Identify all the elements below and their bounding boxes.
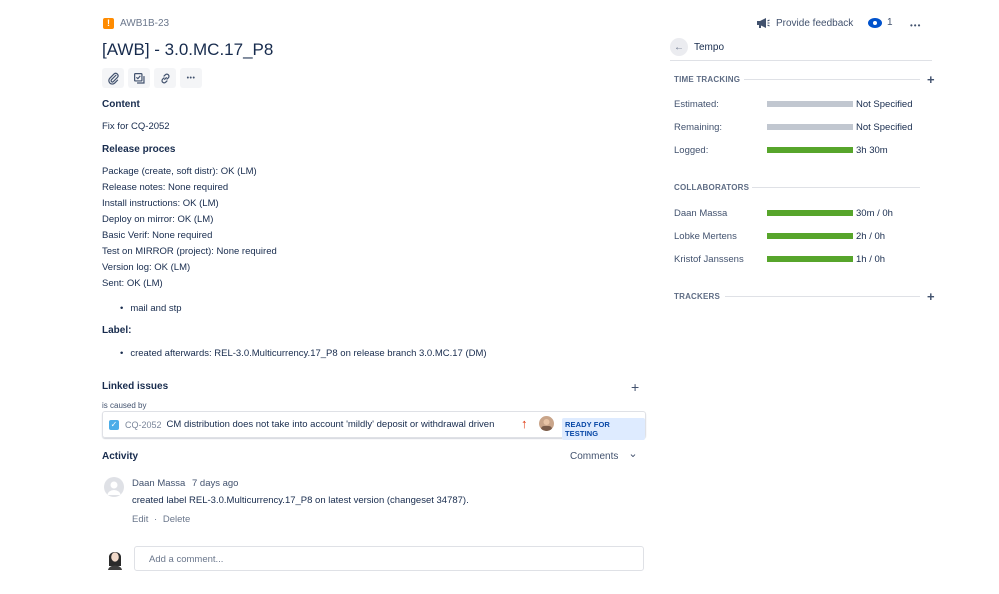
label-bullet: created afterwards: REL-3.0.Multicurrenc… bbox=[120, 348, 486, 359]
watch-count: 1 bbox=[887, 17, 893, 28]
release-line: Sent: OK (LM) bbox=[102, 278, 163, 289]
attach-icon bbox=[107, 72, 119, 85]
watch-button[interactable]: 1 bbox=[868, 17, 893, 28]
megaphone-icon bbox=[757, 18, 770, 28]
linked-issues-heading: Linked issues bbox=[102, 381, 169, 392]
assignee-avatar[interactable] bbox=[539, 416, 554, 431]
arrow-left-icon: ← bbox=[674, 41, 684, 53]
issue-breadcrumb: ! AWB1B-23 bbox=[103, 18, 169, 29]
logged-value: 3h 30m bbox=[856, 145, 888, 156]
more-icon: ••• bbox=[186, 74, 196, 82]
release-line: Version log: OK (LM) bbox=[102, 262, 191, 273]
release-lines: Package (create, soft distr): OK (LM) Re… bbox=[102, 164, 277, 292]
content-heading: Content bbox=[102, 99, 140, 110]
plus-icon: + bbox=[927, 289, 935, 304]
status-badge[interactable]: READY FOR TESTING bbox=[562, 418, 645, 440]
attach-button[interactable] bbox=[102, 68, 124, 88]
logged-bar bbox=[767, 147, 853, 153]
collaborator-name: Lobke Mertens bbox=[674, 231, 737, 242]
divider bbox=[725, 296, 920, 297]
time-tracking-heading: TIME TRACKING bbox=[674, 75, 741, 84]
add-time-button[interactable]: + bbox=[927, 72, 935, 87]
logged-label: Logged: bbox=[674, 145, 709, 156]
more-icon: ••• bbox=[910, 21, 922, 30]
chevron-down-icon: ⌄ bbox=[628, 448, 638, 460]
release-line: Package (create, soft distr): OK (LM) bbox=[102, 166, 257, 177]
activity-author[interactable]: Daan Massa bbox=[132, 478, 185, 489]
link-issue-button[interactable] bbox=[154, 68, 176, 88]
provide-feedback-button[interactable]: Provide feedback bbox=[756, 17, 853, 29]
label-heading: Label: bbox=[102, 325, 132, 336]
plus-icon: + bbox=[927, 72, 935, 87]
link-icon bbox=[160, 73, 170, 83]
divider bbox=[670, 60, 932, 61]
task-type-icon: ✓ bbox=[109, 419, 119, 430]
delete-link[interactable]: Delete bbox=[163, 514, 190, 525]
activity-actions: Edit · Delete bbox=[132, 514, 190, 525]
collaborator-bar bbox=[767, 210, 853, 216]
collaborator-time: 30m / 0h bbox=[856, 208, 893, 219]
issue-key-link[interactable]: AWB1B-23 bbox=[120, 18, 169, 29]
estimated-value: Not Specified bbox=[856, 99, 913, 110]
subtask-icon bbox=[133, 72, 145, 84]
collaborator-name: Daan Massa bbox=[674, 208, 728, 219]
header-more-button[interactable]: ••• bbox=[910, 15, 921, 31]
release-bullet: mail and stp bbox=[120, 303, 181, 314]
separator: · bbox=[154, 514, 158, 525]
remaining-value: Not Specified bbox=[856, 122, 913, 133]
release-line: Release notes: None required bbox=[102, 182, 229, 193]
priority-high-icon: ↑ bbox=[521, 416, 528, 431]
activity-filter-label: Comments bbox=[570, 451, 619, 462]
add-linked-issue-button[interactable]: + bbox=[631, 379, 639, 395]
activity-time: 7 days ago bbox=[191, 478, 239, 489]
collaborator-bar bbox=[767, 233, 853, 239]
activity-heading: Activity bbox=[102, 451, 139, 462]
activity-text: created label REL-3.0.Multicurrency.17_P… bbox=[132, 495, 469, 506]
remaining-bar bbox=[767, 124, 853, 130]
release-heading: Release proces bbox=[102, 144, 176, 155]
linked-issue-key[interactable]: CQ-2052 bbox=[125, 420, 162, 430]
comment-input[interactable]: Add a comment... bbox=[134, 546, 644, 571]
issue-toolbar: ••• bbox=[102, 68, 202, 88]
add-tracker-button[interactable]: + bbox=[927, 289, 935, 304]
collaborator-bar bbox=[767, 256, 853, 262]
more-actions-button[interactable]: ••• bbox=[180, 68, 202, 88]
back-button[interactable]: ← bbox=[670, 38, 688, 56]
trackers-heading: TRACKERS bbox=[674, 292, 721, 301]
link-relation-label: is caused by bbox=[102, 401, 147, 410]
collaborator-name: Kristof Janssens bbox=[674, 254, 744, 265]
estimated-bar bbox=[767, 101, 853, 107]
plus-icon: + bbox=[631, 379, 640, 395]
issue-title[interactable]: [AWB] - 3.0.MC.17_P8 bbox=[102, 40, 273, 60]
activity-filter-dropdown[interactable]: Comments ⌄ bbox=[570, 448, 638, 463]
provide-feedback-label: Provide feedback bbox=[776, 17, 854, 29]
tempo-title: Tempo bbox=[694, 41, 725, 53]
release-line: Test on MIRROR (project): None required bbox=[102, 246, 277, 257]
linked-issue-card[interactable]: ✓ CQ-2052 CM distribution does not take … bbox=[102, 411, 646, 440]
release-line: Basic Verif: None required bbox=[102, 230, 213, 241]
activity-meta: Daan Massa 7 days ago bbox=[132, 478, 238, 489]
edit-link[interactable]: Edit bbox=[132, 514, 148, 525]
issue-type-icon: ! bbox=[103, 18, 114, 29]
content-text: Fix for CQ-2052 bbox=[102, 121, 170, 132]
user-placeholder-icon bbox=[107, 481, 121, 495]
collaborator-time: 1h / 0h bbox=[856, 254, 886, 265]
create-subtask-button[interactable] bbox=[128, 68, 150, 88]
estimated-label: Estimated: bbox=[674, 99, 719, 110]
current-user-avatar bbox=[104, 546, 126, 570]
collaborators-heading: COLLABORATORS bbox=[674, 183, 750, 192]
linked-issue-summary[interactable]: CM distribution does not take into accou… bbox=[167, 419, 495, 430]
collaborator-time: 2h / 0h bbox=[856, 231, 886, 242]
divider bbox=[752, 187, 920, 188]
release-line: Install instructions: OK (LM) bbox=[102, 198, 219, 209]
eye-icon bbox=[868, 17, 882, 28]
author-avatar[interactable] bbox=[104, 477, 124, 497]
tempo-panel-header: ← Tempo bbox=[670, 38, 724, 56]
release-line: Deploy on mirror: OK (LM) bbox=[102, 214, 214, 225]
divider bbox=[744, 79, 920, 80]
remaining-label: Remaining: bbox=[674, 122, 723, 133]
